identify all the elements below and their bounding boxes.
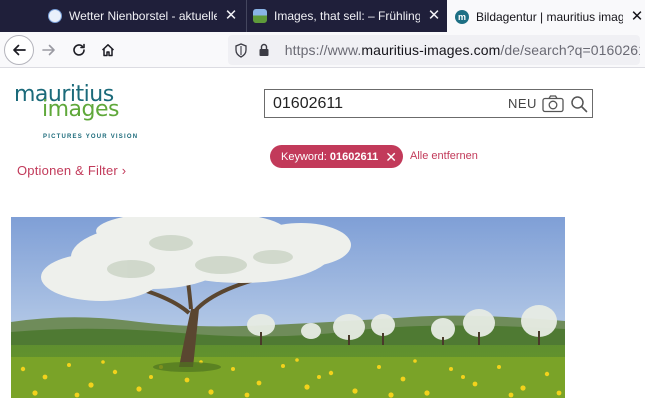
web-page: mauritius images PICTURES YOUR VISION NE… (0, 68, 645, 408)
spring-meadow-apple-tree-image (11, 217, 565, 398)
camera-icon[interactable] (542, 94, 564, 114)
search-box: NEU (264, 89, 593, 118)
home-button[interactable] (93, 35, 123, 65)
logo-tagline: PICTURES YOUR VISION (43, 134, 139, 140)
tab-title: Wetter Nienborstel - aktuelle W (69, 9, 217, 23)
tab-mauritius-active[interactable]: m Bildagentur | mauritius images ✕ (447, 0, 645, 33)
chip-value: 01602611 (329, 150, 379, 163)
mauritius-logo[interactable]: mauritius images PICTURES YOUR VISION (14, 82, 137, 140)
reload-icon (73, 43, 85, 56)
forward-button[interactable] (34, 35, 64, 65)
url-domain: mauritius-images.com (361, 42, 501, 58)
search-input[interactable] (273, 93, 493, 115)
picture-icon (253, 9, 267, 23)
lock-icon[interactable] (255, 41, 272, 59)
chip-label: Keyword: (281, 150, 327, 163)
close-tab-icon[interactable]: ✕ (426, 8, 442, 24)
tab-wetter[interactable]: Wetter Nienborstel - aktuelle W ✕ (42, 0, 239, 32)
options-filter-link[interactable]: Optionen & Filter › (17, 163, 126, 178)
search-icon[interactable] (570, 94, 588, 114)
mauritius-icon: m (455, 9, 469, 24)
tracking-shield-icon[interactable] (232, 41, 249, 59)
new-label: NEU (508, 96, 537, 111)
navigation-bar: https://www.mauritius-images.com/de/sear… (0, 32, 645, 68)
logo-line-2: images (42, 97, 120, 122)
arrow-right-icon (42, 44, 55, 56)
back-button[interactable] (4, 35, 34, 65)
result-photo[interactable] (11, 217, 565, 398)
globe-icon (48, 9, 62, 23)
tab-images-that-sell[interactable]: Images, that sell: – Frühling, Ob ✕ (246, 0, 442, 32)
close-tab-icon[interactable]: ✕ (629, 8, 645, 25)
tab-strip: Wetter Nienborstel - aktuelle W ✕ Images… (0, 0, 645, 33)
url-bar[interactable]: https://www.mauritius-images.com/de/sear… (228, 35, 640, 65)
home-icon (101, 44, 115, 57)
tab-title: Bildagentur | mauritius images (476, 9, 623, 24)
remove-all-filters-link[interactable]: Alle entfernen (410, 150, 478, 162)
url-prefix: https://www. (284, 42, 362, 58)
keyword-filter-chip[interactable]: Keyword: 01602611 ✕ (270, 145, 403, 168)
url-path: /de/search?q=01602611 (500, 42, 640, 58)
remove-filter-icon[interactable]: ✕ (385, 150, 397, 164)
reload-button[interactable] (64, 35, 94, 65)
arrow-left-icon (13, 44, 26, 56)
close-tab-icon[interactable]: ✕ (223, 8, 239, 24)
url-text: https://www.mauritius-images.com/de/sear… (285, 42, 640, 58)
tab-title: Images, that sell: – Frühling, Ob (274, 9, 420, 23)
